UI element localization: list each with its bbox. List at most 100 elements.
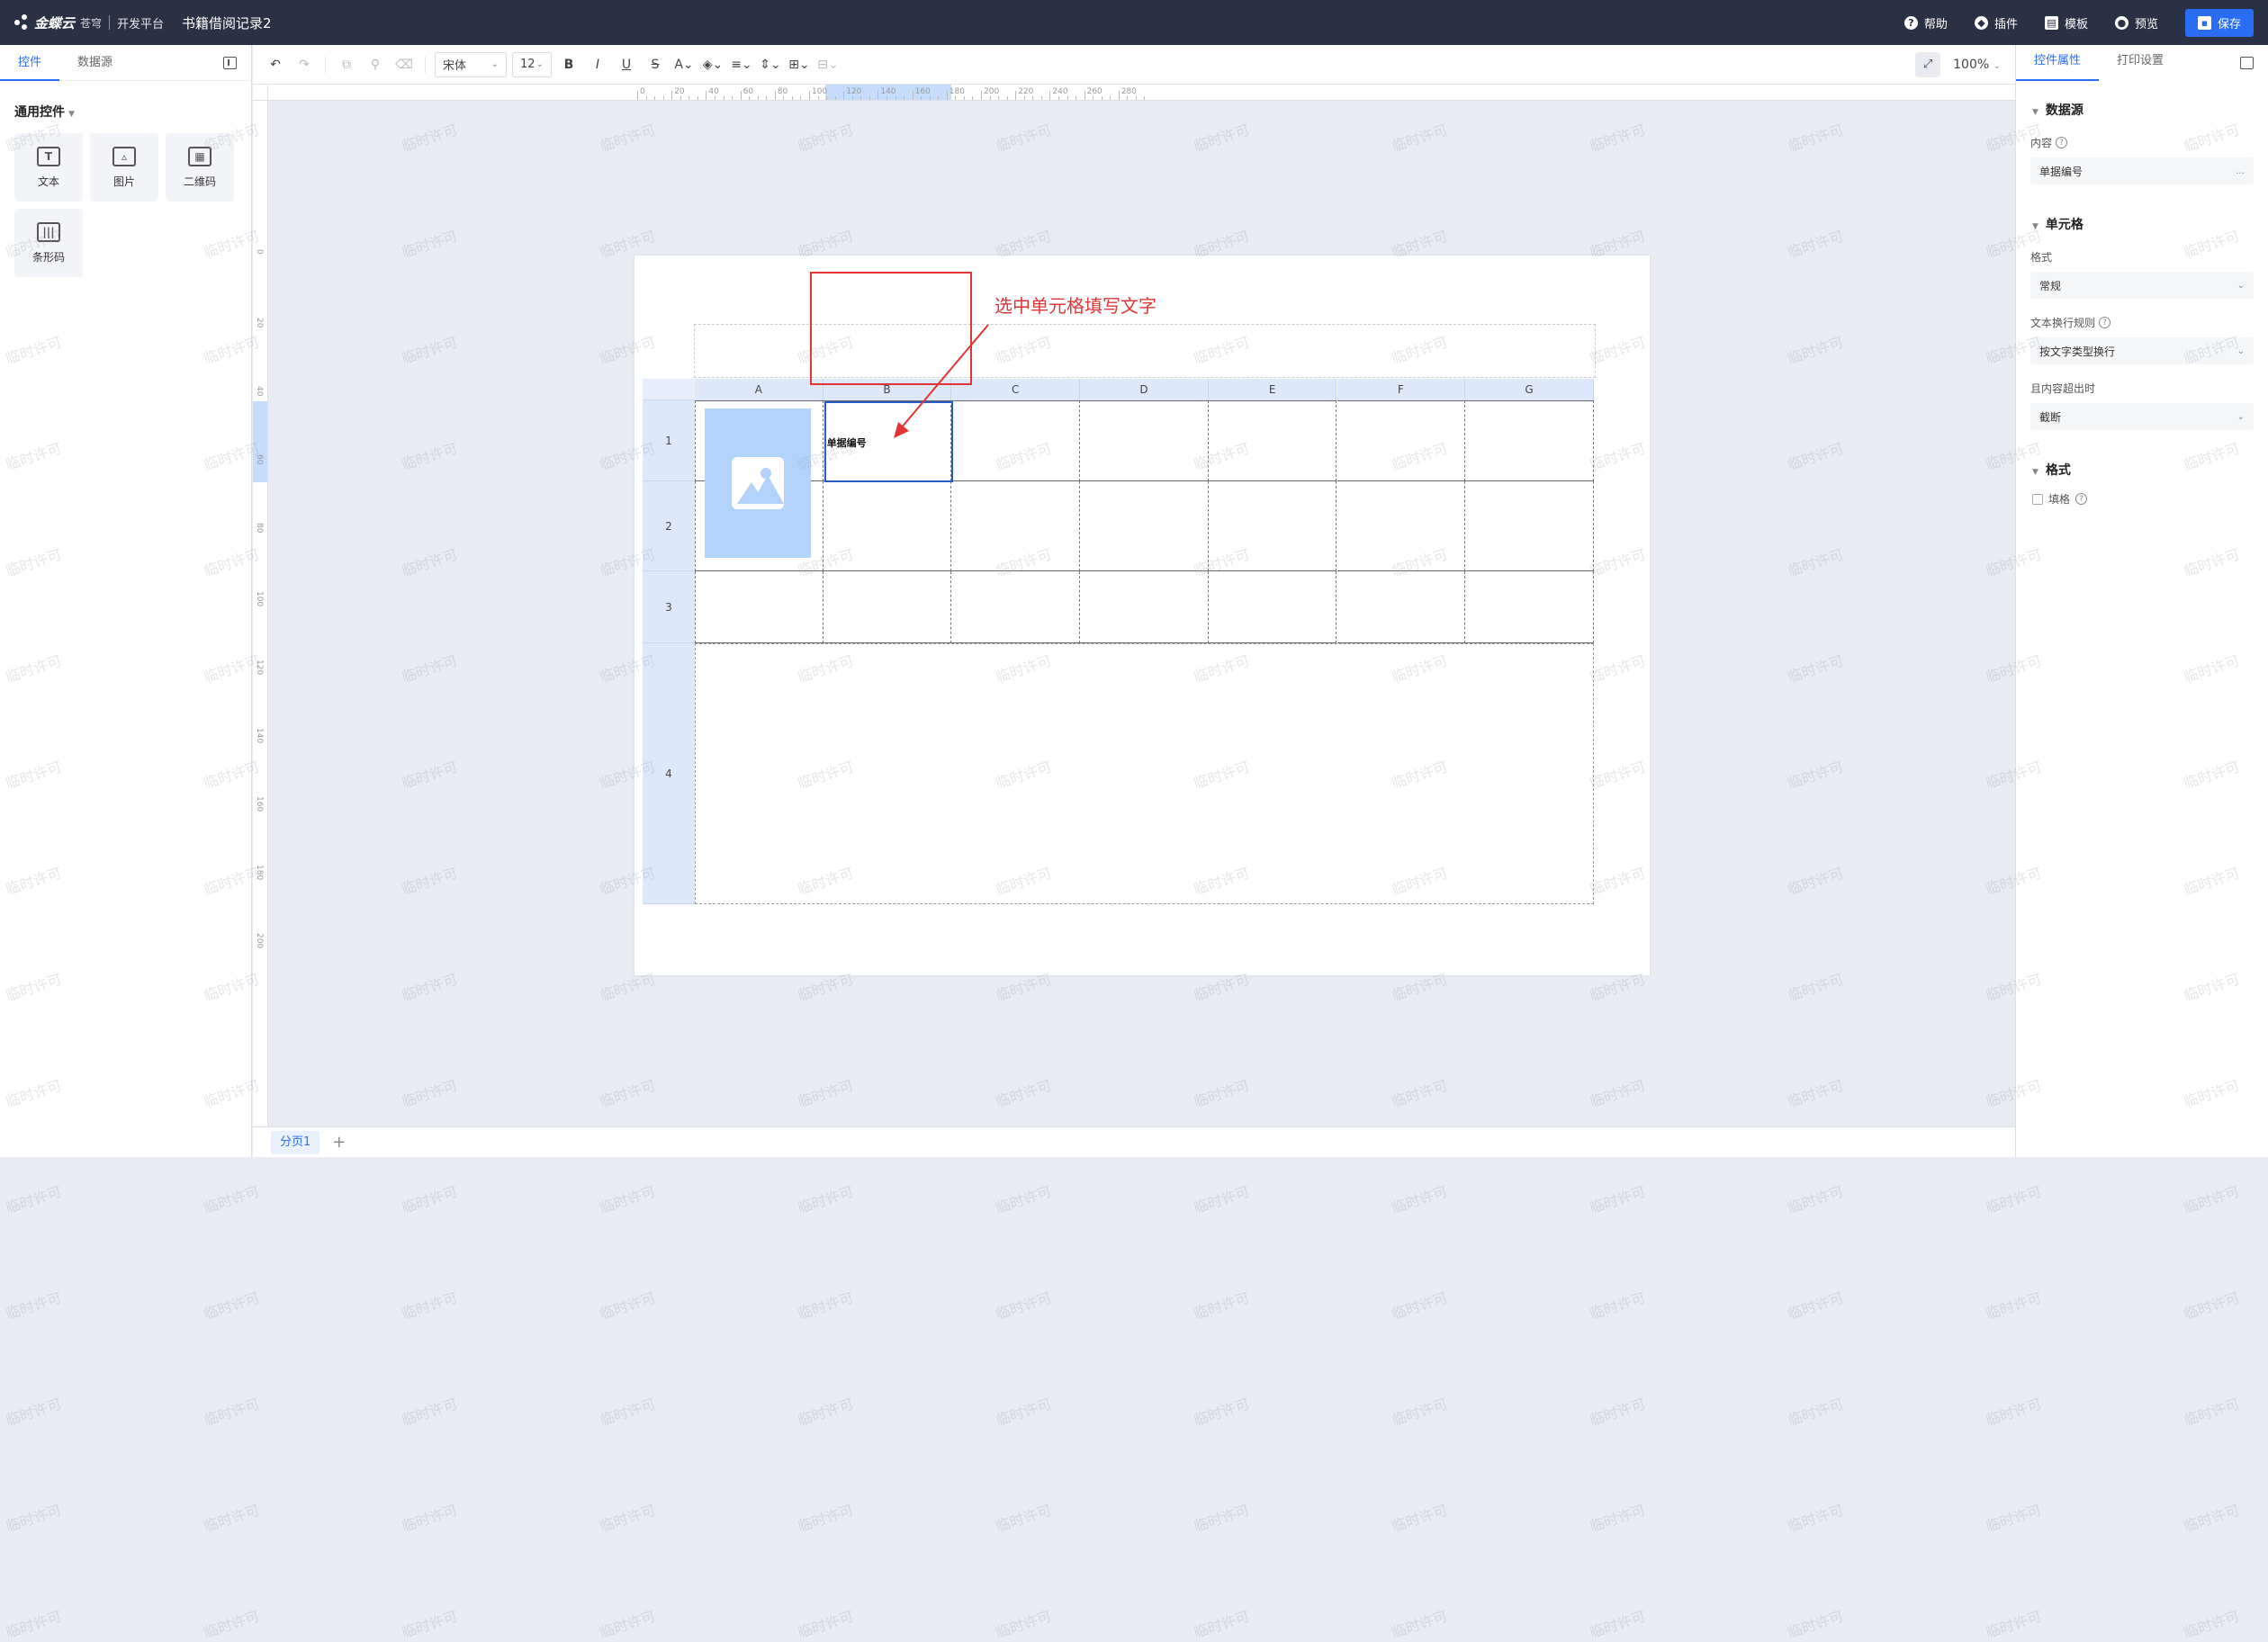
- column-header-d[interactable]: D: [1080, 379, 1209, 400]
- help-icon[interactable]: ?: [2056, 137, 2068, 148]
- watermark-text: 临时许可: [400, 1607, 460, 1642]
- barcode-control[interactable]: ||| 条形码: [14, 209, 83, 277]
- cell-section-title[interactable]: ▼ 单元格: [2032, 215, 2268, 233]
- row-header-1[interactable]: 1: [643, 400, 695, 481]
- delete-icon[interactable]: ⌫: [392, 52, 416, 77]
- column-header-e[interactable]: E: [1208, 379, 1337, 400]
- column-header-a[interactable]: A: [695, 379, 824, 400]
- font-color-icon[interactable]: A⌄: [672, 52, 696, 77]
- sheet-cell[interactable]: [1465, 481, 1594, 571]
- content-field[interactable]: 单据编号…: [2030, 157, 2254, 184]
- row-header-4[interactable]: 4: [643, 643, 695, 904]
- ruler-tick: [1135, 96, 1137, 100]
- ruler-label: 100: [812, 87, 828, 96]
- strikethrough-icon[interactable]: S: [644, 52, 667, 77]
- font-family-select[interactable]: 宋体 ⌄: [435, 51, 507, 77]
- ruler-lock-icon[interactable]: [253, 85, 268, 101]
- sheet-cell[interactable]: [951, 481, 1081, 571]
- redo-icon[interactable]: ↷: [292, 52, 316, 77]
- zoom-select[interactable]: 100% ⌄: [1953, 58, 2001, 72]
- fit-icon[interactable]: ⤢: [1915, 51, 1941, 77]
- save-button[interactable]: ▪ 保存: [2184, 8, 2254, 37]
- selected-cell-b1[interactable]: 单据编号: [824, 401, 953, 482]
- sheet-corner[interactable]: [643, 379, 695, 400]
- sheet-cell[interactable]: [823, 481, 952, 571]
- collapse-panel-icon[interactable]: [2240, 57, 2254, 69]
- format-section-title[interactable]: ▼ 格式: [2032, 461, 2268, 479]
- image-element[interactable]: [705, 408, 811, 558]
- text-control[interactable]: T 文本: [14, 133, 83, 202]
- tab-control-properties[interactable]: 控件属性: [2016, 45, 2100, 81]
- sheet-cell[interactable]: [1208, 571, 1337, 643]
- sheet-cell[interactable]: [1465, 400, 1594, 481]
- overflow-select[interactable]: 截断 ⌄: [2030, 403, 2254, 430]
- ruler-label: 0: [255, 249, 264, 255]
- help-icon[interactable]: ?: [2075, 493, 2088, 505]
- page-tabs-bar: 分页1 +: [253, 1126, 2015, 1157]
- fill-color-icon[interactable]: ◈⌄: [701, 52, 724, 77]
- common-controls-title[interactable]: 通用控件 ▼: [14, 103, 251, 121]
- brand-logo[interactable]: 金蝶云 苍穹: [14, 13, 102, 32]
- sheet-cell[interactable]: [1080, 481, 1209, 571]
- sheet-cell[interactable]: [1080, 571, 1209, 643]
- ruler-label: 180: [255, 865, 264, 881]
- underline-icon[interactable]: U: [615, 52, 638, 77]
- sheet-cell[interactable]: [1208, 481, 1337, 571]
- sheet-cell[interactable]: [951, 571, 1081, 643]
- copy-icon[interactable]: ⧉: [335, 52, 358, 77]
- tab-print-settings[interactable]: 打印设置: [2099, 45, 2182, 81]
- preview-button[interactable]: ● 预览: [2114, 14, 2158, 31]
- ruler-label: 60: [255, 454, 264, 465]
- wrap-select[interactable]: 按文字类型换行 ⌄: [2030, 337, 2254, 364]
- add-page-button[interactable]: +: [332, 1133, 346, 1152]
- more-icon[interactable]: …: [2236, 166, 2245, 176]
- template-button[interactable]: ▤ 模板: [2044, 14, 2088, 31]
- plugin-button[interactable]: ◆ 插件: [1974, 14, 2018, 31]
- ruler-label: 160: [914, 87, 931, 96]
- align-icon[interactable]: ≡⌄: [730, 52, 753, 77]
- column-header-f[interactable]: F: [1336, 379, 1466, 400]
- help-icon[interactable]: ?: [2099, 317, 2111, 328]
- collapse-panel-icon[interactable]: [223, 57, 237, 69]
- vertical-align-icon[interactable]: ⇕⌄: [759, 52, 782, 77]
- ruler-tick: [972, 96, 974, 100]
- plugin-label: 插件: [1994, 17, 2018, 31]
- row-header-2[interactable]: 2: [643, 481, 695, 571]
- sheet-cell[interactable]: [1208, 400, 1337, 481]
- column-header-g[interactable]: G: [1465, 379, 1594, 400]
- sheet-cell[interactable]: [1336, 481, 1466, 571]
- tab-controls[interactable]: 控件: [0, 45, 60, 81]
- tab-datasource[interactable]: 数据源: [59, 45, 130, 81]
- sheet-cell[interactable]: [951, 400, 1081, 481]
- qrcode-control[interactable]: ▦ 二维码: [166, 133, 234, 202]
- ruler-label: 280: [1120, 87, 1137, 96]
- image-control[interactable]: ▵ 图片: [90, 133, 158, 202]
- bold-icon[interactable]: B: [557, 52, 580, 77]
- sheet-cell[interactable]: [1080, 400, 1209, 481]
- sheet-cell[interactable]: [823, 571, 952, 643]
- sheet-cell[interactable]: [1465, 571, 1594, 643]
- ruler-tick: [637, 91, 638, 100]
- datasource-section-title[interactable]: ▼ 数据源: [2032, 101, 2268, 119]
- sheet-cell[interactable]: [1336, 571, 1466, 643]
- design-canvas[interactable]: A B C D E F G 1 2 3 4 单据编号 选中单元格填写文字: [268, 101, 2015, 1126]
- fill-checkbox[interactable]: 填格?: [2032, 491, 2268, 507]
- help-button[interactable]: ? 帮助: [1904, 14, 1948, 31]
- sheet-cell[interactable]: [1336, 400, 1466, 481]
- print-page[interactable]: A B C D E F G 1 2 3 4 单据编号 选中单元格填写文字: [634, 256, 1650, 975]
- ruler-tick: [688, 96, 690, 100]
- sheet-cell-merged[interactable]: [695, 643, 1594, 904]
- row-header-3[interactable]: 3: [643, 571, 695, 643]
- italic-icon[interactable]: I: [586, 52, 609, 77]
- undo-icon[interactable]: ↶: [264, 52, 287, 77]
- page-tab-1[interactable]: 分页1: [271, 1130, 320, 1154]
- format-select[interactable]: 常规 ⌄: [2030, 272, 2254, 299]
- merge-icon[interactable]: ⊟⌄: [816, 52, 840, 77]
- watermark-text: 临时许可: [400, 1288, 460, 1323]
- border-icon[interactable]: ⊞⌄: [788, 52, 811, 77]
- checkbox-icon[interactable]: [2032, 493, 2043, 505]
- ruler-tick: [662, 96, 664, 100]
- format-painter-icon[interactable]: ⚲: [364, 52, 387, 77]
- sheet-cell[interactable]: [695, 571, 824, 643]
- font-size-select[interactable]: 12 ⌄: [512, 51, 552, 77]
